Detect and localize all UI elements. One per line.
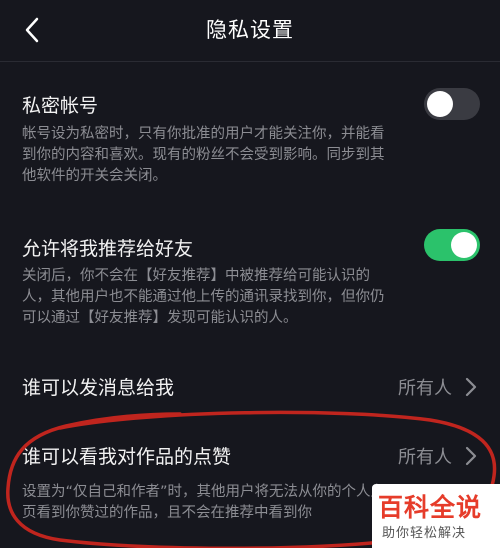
private-account-description: 帐号设为私密时，只有你批准的用户才能关注你，并能看 到你的内容和喜欢。现有的粉丝… (22, 124, 474, 187)
message-permission-value: 所有人 (398, 378, 452, 399)
chevron-right-icon (465, 446, 477, 466)
chevron-right-icon (465, 377, 477, 397)
likes-visibility-label: 谁可以看我对作品的点赞 (22, 446, 232, 468)
recommend-friends-description: 关闭后，你不会在【好友推荐】中被推荐给可能认识的 人，其他用户也不能通过他上传的… (22, 266, 474, 329)
desc-line: 到你的内容和喜欢。现有的粉丝不会受到影响。同步到其 (22, 147, 385, 163)
desc-line: 可以通过【好友推荐】发现可能认识的人。 (22, 310, 298, 326)
likes-visibility-value: 所有人 (398, 447, 452, 468)
watermark-main-text: 百科全说 (378, 493, 483, 522)
desc-line: 帐号设为私密时，只有你批准的用户才能关注你，并能看 (22, 126, 385, 142)
likes-visibility-row[interactable]: 谁可以看我对作品的点赞 所有人 (0, 432, 500, 480)
header-bar: 隐私设置 (0, 0, 500, 62)
watermark-sub-text: 助你轻松解决 (382, 526, 467, 541)
desc-line: 他软件的开关会关闭。 (22, 168, 167, 184)
desc-line: 关闭后，你不会在【好友推荐】中被推荐给可能认识的 (22, 268, 370, 284)
private-account-title: 私密帐号 (22, 95, 99, 117)
header-divider (0, 61, 500, 62)
page-title: 隐私设置 (206, 18, 294, 42)
desc-line: 人，其他用户也不能通过他上传的通讯录找到你，但你仍 (22, 289, 385, 305)
toggle-knob (427, 91, 453, 117)
message-permission-label: 谁可以发消息给我 (22, 377, 175, 399)
watermark-logo: 百科全说 助你轻松解决 (372, 484, 500, 548)
recommend-friends-title: 允许将我推荐给好友 (22, 238, 194, 260)
message-permission-row[interactable]: 谁可以发消息给我 所有人 (0, 363, 500, 411)
recommend-friends-toggle[interactable] (424, 229, 480, 261)
toggle-knob (451, 232, 477, 258)
private-account-toggle[interactable] (424, 88, 480, 120)
